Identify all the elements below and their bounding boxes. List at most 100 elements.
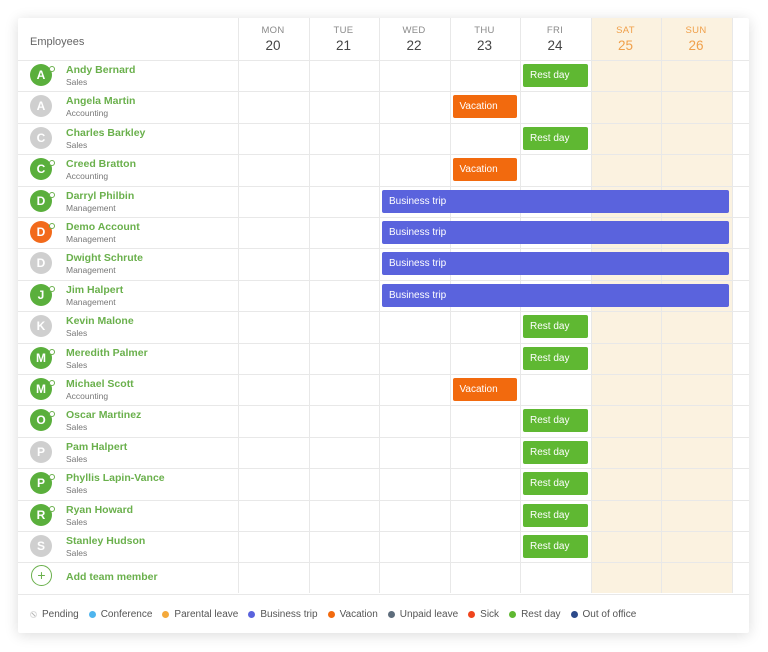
legend-item: Out of office (570, 609, 636, 620)
event-bar-rest[interactable]: Rest day (523, 346, 588, 370)
day-name: TUE (333, 25, 354, 36)
schedule-card: Employees MON 20 TUE 21 WED 22 THU 23 FRI 24 SAT 25… (18, 18, 749, 633)
employee-name[interactable]: Pam Halpert (66, 441, 127, 453)
legend-label: Conference (100, 608, 153, 620)
legend-dot-icon (162, 610, 170, 618)
event-bar-vacation[interactable]: Vacation (452, 378, 517, 401)
day-date: 21 (335, 38, 352, 53)
event-bar-rest[interactable]: Rest day (523, 503, 588, 527)
employee-row[interactable]: C Creed Bratton Accounting (18, 154, 238, 185)
employee-name[interactable]: Andy Bernard (66, 64, 135, 76)
employee-row[interactable]: M Michael Scott Accounting (18, 374, 238, 405)
add-member-icon[interactable]: + (31, 565, 52, 586)
legend-item: Sick (468, 609, 499, 620)
employee-department: Management (66, 296, 116, 307)
employee-name[interactable]: Charles Barkley (66, 127, 145, 139)
status-dot-icon (49, 191, 55, 198)
avatar: D (30, 252, 52, 275)
employee-department: Sales (66, 548, 88, 558)
day-header-sun: SUN 26 (661, 25, 731, 53)
avatar: S (30, 535, 52, 557)
day-header-fri: FRI 24 (520, 25, 590, 53)
avatar: P (30, 440, 52, 463)
legend-item: Unpaid leave (387, 608, 459, 620)
employee-name[interactable]: Stanley Hudson (66, 535, 145, 547)
employee-name[interactable]: Phyllis Lapin-Vance (66, 472, 165, 484)
day-date: 20 (265, 38, 281, 53)
event-bar-trip[interactable]: Business trip (382, 221, 729, 244)
day-header-thu: THU 23 (450, 25, 520, 53)
event-bar-vacation[interactable]: Vacation (452, 95, 517, 119)
grid-row-line (18, 594, 749, 595)
event-bar-vacation[interactable]: Vacation (452, 158, 517, 182)
employee-row[interactable]: R Ryan Howard Sales (18, 500, 238, 531)
employee-row[interactable]: A Angela Martin Accounting (18, 91, 238, 122)
employee-department: Accounting (66, 108, 109, 119)
grid-column-line (309, 18, 310, 593)
employee-name[interactable]: Angela Martin (66, 95, 135, 107)
status-dot-icon (49, 66, 55, 72)
employee-name[interactable]: Ryan Howard (66, 504, 133, 516)
legend-item: Parental leave (162, 609, 238, 620)
employee-department: Accounting (66, 391, 109, 401)
event-bar-rest[interactable]: Rest day (523, 535, 588, 558)
legend-item: Business trip (248, 609, 318, 620)
event-bar-trip[interactable]: Business trip (382, 189, 729, 213)
legend-label: Unpaid leave (399, 608, 459, 620)
employee-row[interactable]: D Demo Account Management (18, 217, 238, 248)
legend-label: Pending (42, 608, 79, 620)
employee-name[interactable]: Dwight Schrute (66, 252, 143, 264)
employee-row[interactable]: P Phyllis Lapin-Vance Sales (18, 468, 238, 499)
employee-name[interactable]: Meredith Palmer (66, 347, 148, 359)
day-header-mon: MON 20 (238, 25, 308, 53)
employee-row[interactable]: K Kevin Malone Sales (18, 311, 238, 342)
status-dot-icon (49, 348, 55, 355)
employee-department: Accounting (66, 171, 109, 182)
event-bar-rest[interactable]: Rest day (523, 440, 588, 464)
employee-name[interactable]: Demo Account (66, 221, 140, 233)
event-bar-rest[interactable]: Rest day (523, 472, 588, 496)
employee-row[interactable]: D Dwight Schrute Management (18, 248, 238, 279)
status-dot-icon (49, 380, 55, 386)
grid-column-line (732, 18, 733, 593)
employee-department: Management (66, 234, 116, 244)
legend-dot-icon (570, 610, 578, 618)
employee-department: Sales (66, 139, 88, 150)
event-bar-rest[interactable]: Rest day (523, 315, 588, 339)
day-name: THU (474, 25, 495, 36)
event-bar-rest[interactable]: Rest day (523, 409, 588, 433)
grid-column-line (238, 18, 239, 593)
legend-dot-icon (88, 610, 96, 618)
employee-name[interactable]: Darryl Philbin (66, 190, 134, 202)
event-bar-trip[interactable]: Business trip (382, 283, 729, 307)
legend-dot-icon (30, 610, 37, 618)
employee-name[interactable]: Oscar Martinez (66, 409, 141, 421)
employee-row[interactable]: M Meredith Palmer Sales (18, 343, 238, 374)
day-name: WED (402, 25, 426, 36)
event-bar-trip[interactable]: Business trip (382, 252, 729, 276)
employee-name[interactable]: Jim Halpert (66, 284, 123, 296)
employee-row[interactable]: A Andy Bernard Sales (18, 60, 238, 91)
employee-row[interactable]: S Stanley Hudson Sales (18, 531, 238, 562)
event-bar-rest[interactable]: Rest day (523, 64, 588, 87)
employee-name[interactable]: Michael Scott (66, 378, 134, 390)
employee-name[interactable]: Kevin Malone (66, 315, 134, 327)
employee-row[interactable]: D Darryl Philbin Management (18, 186, 238, 217)
employee-row[interactable]: O Oscar Martinez Sales (18, 405, 238, 436)
event-bar-rest[interactable]: Rest day (523, 126, 588, 150)
day-header-tue: TUE 21 (309, 25, 379, 53)
employee-department: Sales (66, 485, 88, 496)
employee-row[interactable]: C Charles Barkley Sales (18, 123, 238, 154)
employee-name[interactable]: Creed Bratton (66, 158, 136, 170)
avatar: K (30, 315, 52, 338)
legend-item: Vacation (327, 609, 378, 620)
employee-row[interactable]: P Pam Halpert Sales (18, 437, 238, 468)
status-dot-icon (49, 411, 55, 418)
day-date: 23 (476, 38, 493, 53)
employees-column-header: Employees (30, 36, 85, 48)
employee-row[interactable]: J Jim Halpert Management (18, 280, 238, 311)
add-team-member-link[interactable]: Add team member (66, 571, 158, 583)
legend-dot-icon (248, 610, 256, 618)
legend-dot-icon (327, 610, 335, 618)
status-dot-icon (49, 474, 55, 481)
